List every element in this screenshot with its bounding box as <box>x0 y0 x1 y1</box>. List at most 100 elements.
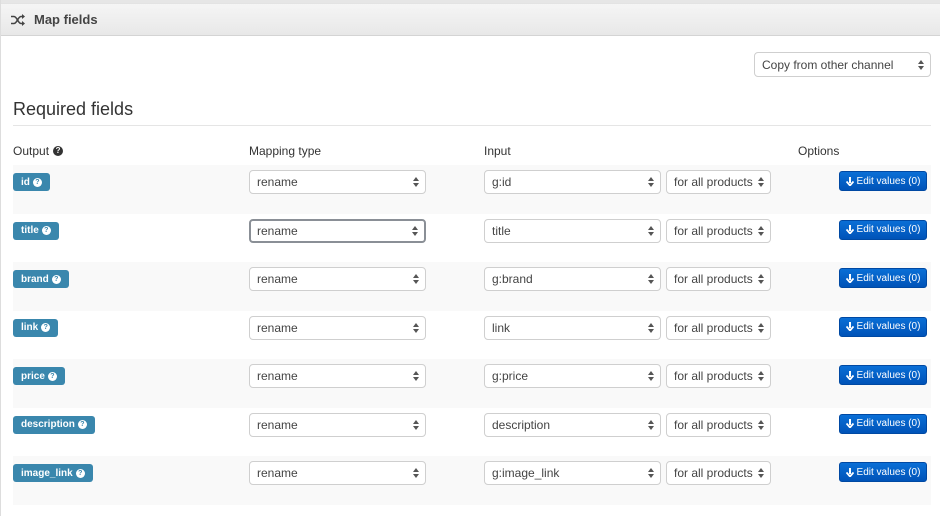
select-arrows-icon <box>648 177 654 187</box>
help-icon[interactable]: ? <box>41 323 51 332</box>
panel-heading: Map fields <box>1 3 940 36</box>
edit-values-button[interactable]: Edit values (0) <box>839 219 927 240</box>
field-label-badge: price ? <box>13 367 65 385</box>
scope-value: for all products <box>674 466 753 480</box>
mapping-type-select[interactable]: rename <box>249 315 426 340</box>
edit-values-label: Edit values (0) <box>856 369 921 381</box>
select-arrows-icon <box>648 371 654 381</box>
input-value: g:id <box>492 175 512 189</box>
edit-values-label: Edit values (0) <box>856 175 921 187</box>
scope-select[interactable]: for all products <box>666 170 771 194</box>
mapping-type-select[interactable]: rename <box>249 364 426 388</box>
mapping-type-select[interactable]: rename <box>249 218 426 243</box>
edit-values-label: Edit values (0) <box>856 321 921 332</box>
input-select[interactable]: title <box>484 218 661 243</box>
field-row-brand: brand ? rename g:brand for all products … <box>13 262 931 311</box>
map-fields-panel: Map fields Copy from other channel Requi… <box>0 0 940 516</box>
select-arrows-icon <box>918 59 924 70</box>
edit-values-label: Edit values (0) <box>856 272 921 284</box>
field-name: image_link <box>21 467 73 479</box>
arrow-down-icon <box>845 273 854 284</box>
scope-value: for all products <box>674 369 753 383</box>
select-arrows-icon <box>648 274 654 284</box>
mapping-type-value: rename <box>257 369 298 383</box>
input-select[interactable]: g:image_link <box>484 461 661 485</box>
field-label-badge: description ? <box>13 415 95 434</box>
arrow-down-icon <box>845 370 854 381</box>
section-title: Required fields <box>13 99 134 119</box>
select-arrows-icon <box>413 371 419 381</box>
field-label-badge: title ? <box>13 221 59 240</box>
copy-from-channel-select[interactable]: Copy from other channel <box>754 52 931 77</box>
section-divider <box>13 125 931 126</box>
scope-value: for all products <box>674 417 753 432</box>
help-icon[interactable]: ? <box>53 146 64 156</box>
scope-select[interactable]: for all products <box>666 218 771 243</box>
panel-title: Map fields <box>34 12 98 27</box>
select-arrows-icon <box>413 274 419 284</box>
edit-values-button[interactable]: Edit values (0) <box>839 462 927 482</box>
select-arrows-icon <box>413 322 419 333</box>
scope-select[interactable]: for all products <box>666 267 771 291</box>
scope-select[interactable]: for all products <box>666 461 771 485</box>
edit-values-button[interactable]: Edit values (0) <box>839 365 927 385</box>
select-arrows-icon <box>758 322 764 333</box>
copy-select-value: Copy from other channel <box>762 57 894 72</box>
help-icon[interactable]: ? <box>32 177 42 187</box>
mapping-type-select[interactable]: rename <box>249 267 426 291</box>
scope-select[interactable]: for all products <box>666 364 771 388</box>
scope-select[interactable]: for all products <box>666 315 771 340</box>
field-label-badge: brand ? <box>13 270 69 288</box>
input-select[interactable]: g:id <box>484 170 661 194</box>
input-select[interactable]: link <box>484 315 661 340</box>
mapping-type-select[interactable]: rename <box>249 461 426 485</box>
scope-select[interactable]: for all products <box>666 412 771 437</box>
shuffle-icon <box>11 13 25 26</box>
help-icon[interactable]: ? <box>77 420 87 429</box>
field-row-description: description ? rename description for all… <box>13 408 931 457</box>
select-arrows-icon <box>648 225 654 236</box>
field-label-badge: link ? <box>13 318 59 337</box>
field-row-link: link ? rename link for all products Edit… <box>13 311 931 360</box>
mapping-type-value: rename <box>257 223 298 238</box>
field-label-badge: image_link ? <box>13 464 93 482</box>
select-arrows-icon <box>758 225 764 236</box>
select-arrows-icon <box>758 371 764 381</box>
scope-value: for all products <box>674 175 753 189</box>
select-arrows-icon <box>412 225 418 236</box>
input-select[interactable]: g:price <box>484 364 661 388</box>
mapping-type-value: rename <box>257 272 298 286</box>
input-value: link <box>492 320 511 335</box>
edit-values-label: Edit values (0) <box>856 224 921 235</box>
field-name: link <box>21 322 39 333</box>
edit-values-button[interactable]: Edit values (0) <box>839 316 927 337</box>
select-arrows-icon <box>758 177 764 187</box>
edit-values-button[interactable]: Edit values (0) <box>839 413 927 434</box>
select-arrows-icon <box>758 274 764 284</box>
input-select[interactable]: g:brand <box>484 267 661 291</box>
select-arrows-icon <box>648 468 654 478</box>
help-icon[interactable]: ? <box>51 274 61 284</box>
edit-values-button[interactable]: Edit values (0) <box>839 268 927 288</box>
arrow-down-icon <box>845 322 854 332</box>
field-name: title <box>21 225 39 236</box>
mapping-type-select[interactable]: rename <box>249 170 426 194</box>
edit-values-label: Edit values (0) <box>856 418 921 429</box>
scope-value: for all products <box>674 320 753 335</box>
help-icon[interactable]: ? <box>41 226 51 235</box>
select-arrows-icon <box>758 419 764 430</box>
mapping-type-value: rename <box>257 320 298 335</box>
select-arrows-icon <box>413 419 419 430</box>
input-select[interactable]: description <box>484 412 661 437</box>
help-icon[interactable]: ? <box>47 371 57 381</box>
edit-values-label: Edit values (0) <box>856 466 921 478</box>
help-icon[interactable]: ? <box>75 468 85 478</box>
edit-values-button[interactable]: Edit values (0) <box>839 171 927 191</box>
input-value: g:brand <box>492 272 533 286</box>
mapping-type-select[interactable]: rename <box>249 412 426 437</box>
input-value: g:price <box>492 369 529 383</box>
select-arrows-icon <box>413 468 419 478</box>
field-row-price: price ? rename g:price for all products … <box>13 359 931 408</box>
mapping-type-value: rename <box>257 466 298 480</box>
select-arrows-icon <box>648 322 654 333</box>
